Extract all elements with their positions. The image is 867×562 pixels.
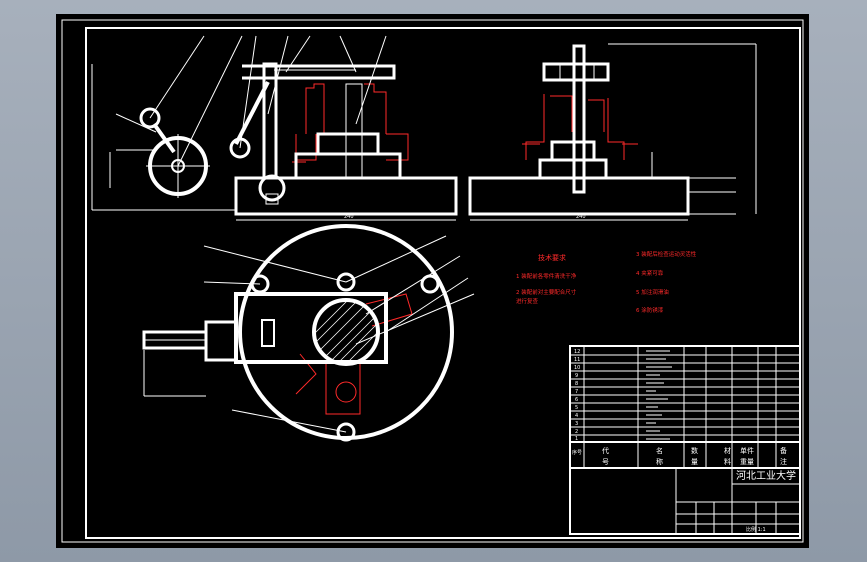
front-base	[234, 176, 458, 216]
side-hidden-lines	[522, 94, 638, 160]
cad-drawing: 240 240 技术要求 1 装配前各零件清洗干净 2 装配前对主要配合尺寸 进…	[61, 19, 804, 543]
tech-req-item-1: 1 装配前各零件清洗干净	[516, 272, 577, 280]
side-view	[468, 43, 757, 221]
top-round-base	[238, 224, 454, 440]
svg-text:重量: 重量	[740, 458, 754, 466]
parts-header: 序号 代 号 名 称 数 量 材 料 单件 重量 备 注	[572, 446, 787, 466]
svg-text:9: 9	[575, 373, 578, 379]
svg-text:号: 号	[602, 458, 609, 466]
svg-text:料: 料	[724, 457, 731, 466]
tech-req-item-4: 4 夹紧可靠	[636, 269, 664, 277]
svg-text:序号: 序号	[572, 449, 582, 456]
svg-text:3: 3	[575, 421, 578, 427]
svg-text:7: 7	[575, 389, 578, 395]
cad-viewport[interactable]: 240 240 技术要求 1 装配前各零件清洗干净 2 装配前对主要配合尺寸 进…	[56, 14, 809, 548]
top-workpiece	[312, 298, 380, 366]
svg-text:代: 代	[602, 446, 609, 455]
svg-text:注: 注	[780, 457, 787, 466]
top-view	[142, 224, 475, 442]
side-width-dim: 240	[576, 214, 586, 220]
svg-text:2: 2	[575, 429, 578, 435]
svg-text:1: 1	[575, 436, 578, 442]
tech-req-item-5: 5 加注润滑油	[636, 288, 669, 296]
svg-text:材: 材	[724, 446, 731, 455]
svg-text:10: 10	[574, 365, 580, 371]
svg-text:6: 6	[575, 397, 578, 403]
front-width-dim: 240	[344, 214, 354, 220]
front-hidden-lines	[292, 83, 409, 163]
svg-text:8: 8	[575, 381, 578, 387]
svg-text:4: 4	[575, 413, 578, 419]
svg-text:数: 数	[691, 446, 698, 455]
tech-req-title: 技术要求	[538, 253, 566, 262]
tech-req-item-6: 6 涂防锈漆	[636, 306, 664, 314]
tech-req-item-2: 2 装配前对主要配合尺寸	[516, 288, 577, 296]
svg-text:11: 11	[574, 357, 580, 363]
tech-req-item-2b: 进行复查	[516, 297, 539, 305]
svg-text:单件: 单件	[740, 446, 754, 455]
scale-note: 比例 1:1	[746, 526, 766, 533]
svg-text:备: 备	[780, 446, 787, 455]
front-view	[91, 35, 458, 221]
school-name: 河北工业大学	[736, 469, 796, 482]
svg-text:名: 名	[656, 446, 663, 455]
tech-req-item-3: 3 装配后检查运动灵活性	[636, 250, 697, 258]
svg-text:量: 量	[691, 458, 698, 466]
svg-text:12: 12	[574, 349, 580, 355]
svg-text:称: 称	[656, 457, 663, 466]
svg-text:5: 5	[575, 405, 578, 411]
technical-requirements: 技术要求 1 装配前各零件清洗干净 2 装配前对主要配合尺寸 进行复查 3 装配…	[516, 250, 697, 314]
